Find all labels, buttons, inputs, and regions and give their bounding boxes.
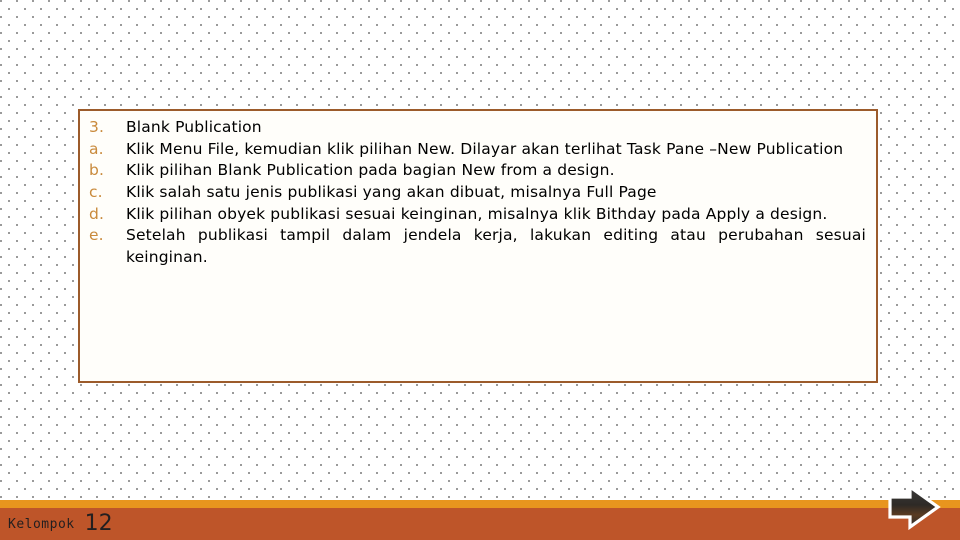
footer-group-number: 12 [84, 511, 113, 536]
list-item: c. Klik salah satu jenis publikasi yang … [84, 182, 866, 204]
list-marker: a. [89, 139, 104, 158]
list-item-text: Klik Menu File, kemudian klik pilihan Ne… [126, 139, 844, 158]
list-item-text: Setelah publikasi tampil dalam jendela k… [126, 226, 866, 267]
list-item: b. Klik pilihan Blank Publication pada b… [84, 160, 866, 182]
footer-label-group: Kelompok 12 [8, 508, 113, 540]
list-item: 3. Blank Publication [84, 117, 866, 139]
list-marker: e. [89, 226, 104, 245]
next-arrow-shape[interactable] [888, 485, 941, 531]
footer-bar [0, 508, 960, 540]
slide-canvas: 3. Blank Publication a. Klik Menu File, … [0, 0, 960, 540]
list-item: a. Klik Menu File, kemudian klik pilihan… [84, 139, 866, 161]
list-marker: d. [89, 204, 105, 223]
next-arrow-icon[interactable] [888, 485, 944, 533]
list-item: e. Setelah publikasi tampil dalam jendel… [84, 225, 866, 268]
list-marker: b. [89, 161, 105, 180]
content-box: 3. Blank Publication a. Klik Menu File, … [78, 109, 878, 383]
footer-accent-stripe [0, 500, 960, 508]
list-item: d. Klik pilihan obyek publikasi sesuai k… [84, 204, 866, 226]
list-item-text: Blank Publication [126, 118, 262, 136]
list-marker: c. [89, 183, 103, 202]
list-marker: 3. [89, 118, 105, 136]
outline-list: 3. Blank Publication a. Klik Menu File, … [84, 117, 866, 269]
footer-group-label: Kelompok [8, 516, 75, 532]
next-arrow-button[interactable] [888, 485, 944, 533]
list-item-text: Klik pilihan Blank Publication pada bagi… [126, 161, 615, 180]
list-item-text: Klik salah satu jenis publikasi yang aka… [126, 183, 657, 202]
list-item-text: Klik pilihan obyek publikasi sesuai kein… [126, 204, 828, 223]
